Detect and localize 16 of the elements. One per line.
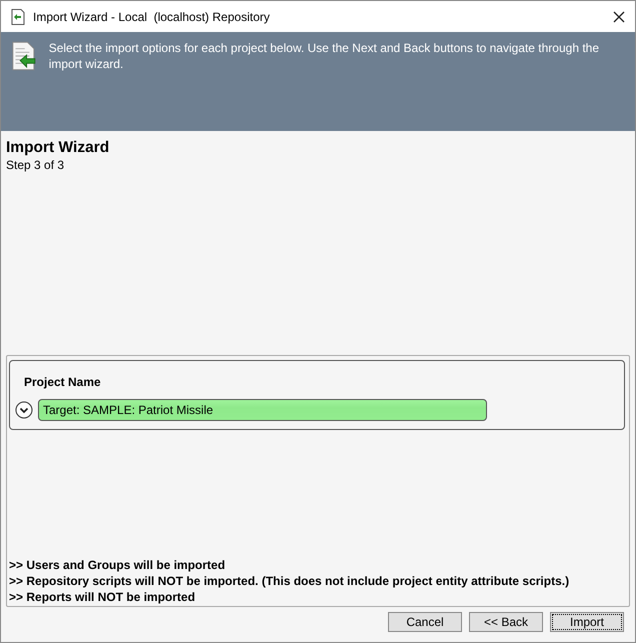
import-note: >> Repository scripts will NOT be imported. (This does not include project entity attribute scripts.) xyxy=(9,573,570,589)
expand-toggle-icon[interactable] xyxy=(15,401,33,419)
project-item[interactable]: Target: SAMPLE: Patriot Missile xyxy=(38,399,487,421)
wizard-title: Import Wizard xyxy=(6,139,110,157)
close-icon[interactable] xyxy=(613,10,625,22)
document-import-icon xyxy=(11,40,37,72)
window-title: Import Wizard - Local (localhost) Repository xyxy=(33,10,271,24)
header-instructions: Select the import options for each project below. Use the Next and Back buttons to navigate through the import wizard. xyxy=(48,40,600,72)
step-indicator: Step 3 of 3 xyxy=(6,158,66,172)
import-note: >> Reports will NOT be imported xyxy=(9,589,196,605)
column-header: Project Name xyxy=(24,375,102,389)
wizard-button[interactable]: Import xyxy=(550,612,624,632)
wizard-button[interactable]: Cancel xyxy=(388,612,462,632)
wizard-button[interactable]: << Back xyxy=(469,612,543,632)
import-note: >> Users and Groups will be imported xyxy=(9,557,226,573)
wizard-app-icon xyxy=(11,8,25,24)
